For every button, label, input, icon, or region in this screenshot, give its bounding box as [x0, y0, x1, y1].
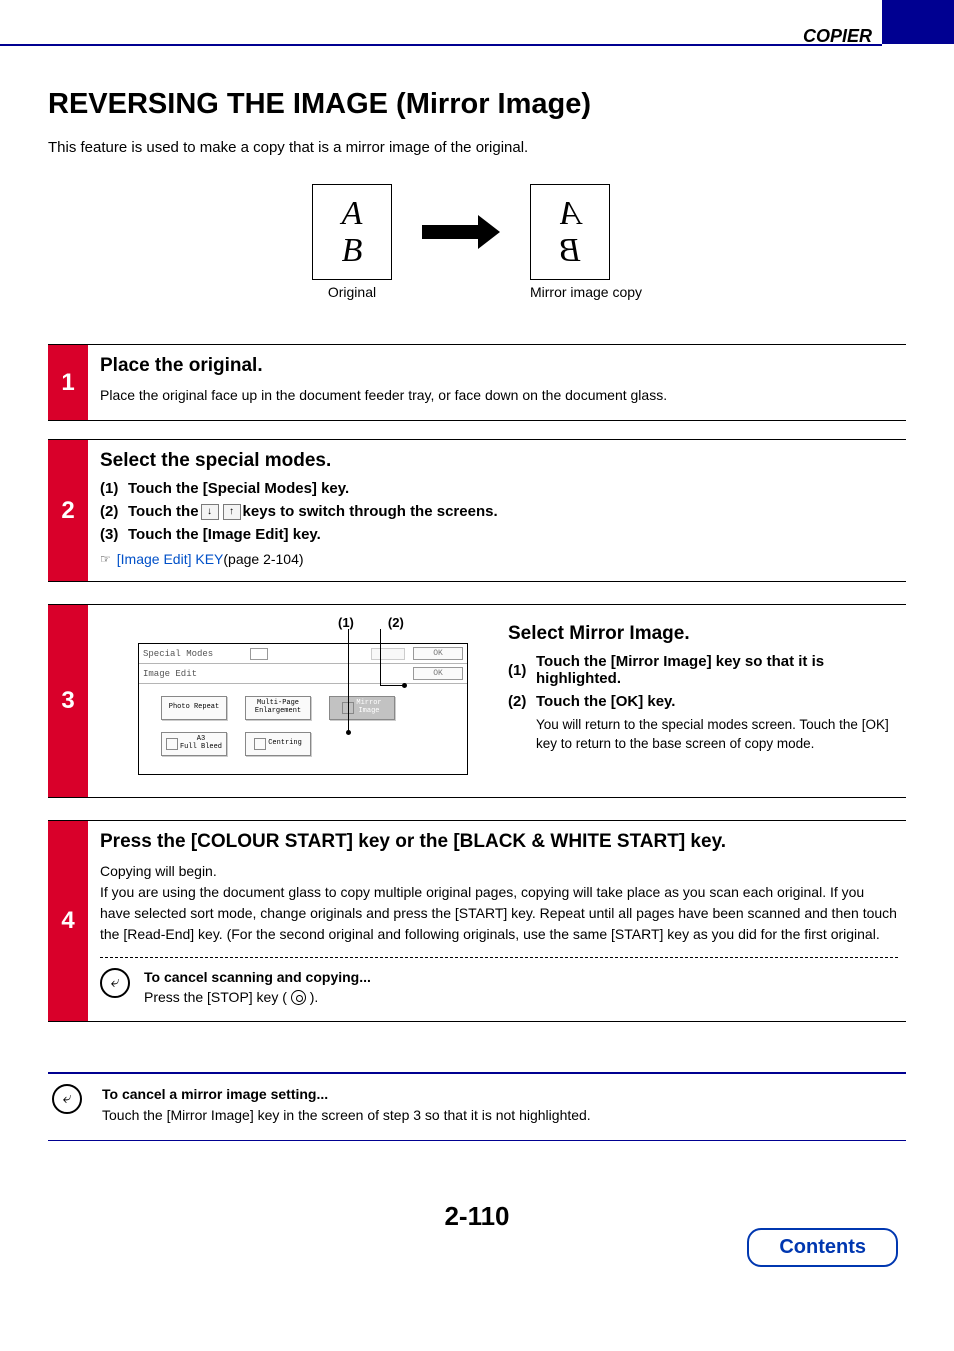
photo-repeat-button[interactable]: Photo Repeat	[161, 696, 227, 720]
cancel-scan-info: ⤶ To cancel scanning and copying... Pres…	[100, 968, 898, 1007]
mirror-illustration: A B Original A B Mirror image copy	[48, 184, 906, 300]
touch-panel-illustration: (1) (2) Special Modes OK	[138, 623, 468, 775]
step-1-number: 1	[48, 345, 88, 420]
reference-line: ☞ [Image Edit] KEY (page 2-104)	[100, 551, 898, 567]
step-2-number: 2	[48, 440, 88, 581]
callout-1: (1)	[338, 615, 354, 630]
cancel-scan-title: To cancel scanning and copying...	[144, 969, 371, 985]
intro-text: This feature is used to make a copy that…	[48, 139, 906, 156]
step2-item-3: (3) Touch the [Image Edit] key.	[100, 526, 898, 543]
step-3: 3 (1) (2) Special Modes	[48, 605, 906, 797]
step2-item-2: (2) Touch the ↓ ↑ keys to switch through…	[100, 503, 898, 520]
header-underline	[0, 44, 882, 46]
cancel-info-icon: ⤶	[52, 1084, 82, 1114]
step-1-text: Place the original face up in the docume…	[100, 385, 898, 406]
centring-icon	[254, 738, 266, 750]
step-4-number: 4	[48, 821, 88, 1021]
callout-2: (2)	[388, 615, 404, 630]
letter-a-mirror: A	[560, 195, 581, 232]
letter-b: B	[342, 232, 363, 269]
centring-button[interactable]: Centring	[245, 732, 311, 756]
cancel-setting-box: ⤶ To cancel a mirror image setting... To…	[48, 1072, 906, 1141]
a3-fullbleed-button[interactable]: A3 Full Bleed	[161, 732, 227, 756]
cancel-scan-text2: ).	[310, 989, 319, 1005]
step-2: 2 Select the special modes. (1) Touch th…	[48, 440, 906, 581]
step3-item-2: (2) Touch the [OK] key.	[508, 693, 898, 710]
cancel-box-title: To cancel a mirror image setting...	[102, 1086, 328, 1102]
step-1: 1 Place the original. Place the original…	[48, 345, 906, 420]
mirror-image-button[interactable]: Mirror Image	[329, 696, 395, 720]
stop-info-icon: ⤶	[100, 968, 130, 998]
step-4: 4 Press the [COLOUR START] key or the [B…	[48, 821, 906, 1021]
header-color-block	[882, 0, 954, 44]
panel-special-modes: Special Modes	[143, 649, 246, 659]
letter-b-mirror: B	[560, 232, 581, 269]
cancel-box-text: Touch the [Mirror Image] key in the scre…	[102, 1107, 591, 1123]
page-header: COPIER	[0, 0, 954, 52]
arrow-icon	[422, 184, 500, 280]
book-icon	[250, 648, 268, 660]
arrow-down-icon: ↓	[201, 504, 219, 520]
step-3-heading: Select Mirror Image.	[508, 623, 898, 645]
panel-image-edit: Image Edit	[143, 669, 409, 679]
ok-button-outer[interactable]: OK	[413, 647, 463, 660]
original-label: Original	[312, 284, 392, 300]
cancel-scan-text: Press the [STOP] key (	[144, 989, 287, 1005]
step-3-number: 3	[48, 605, 88, 797]
multipage-button[interactable]: Multi-Page Enlargement	[245, 696, 311, 720]
step4-p1: Copying will begin.	[100, 861, 898, 882]
page-title: REVERSING THE IMAGE (Mirror Image)	[48, 88, 906, 121]
arrow-up-icon: ↑	[223, 504, 241, 520]
bleed-icon	[166, 738, 178, 750]
stop-key-icon	[291, 990, 306, 1005]
step2-item-1: (1) Touch the [Special Modes] key.	[100, 480, 898, 497]
step3-item-1: (1) Touch the [Mirror Image] key so that…	[508, 653, 898, 687]
contents-button[interactable]: Contents	[747, 1228, 898, 1267]
original-doc: A B Original	[312, 184, 392, 300]
step-2-heading: Select the special modes.	[100, 450, 898, 472]
step-4-heading: Press the [COLOUR START] key or the [BLA…	[100, 831, 898, 853]
reference-icon: ☞	[100, 552, 111, 566]
mirror-doc: A B Mirror image copy	[530, 184, 642, 300]
step3-item-2-desc: You will return to the special modes scr…	[536, 716, 898, 754]
letter-a: A	[342, 195, 363, 232]
step4-p2: If you are using the document glass to c…	[100, 882, 898, 945]
mirror-label: Mirror image copy	[530, 284, 642, 300]
image-edit-link[interactable]: [Image Edit] KEY	[117, 551, 224, 567]
ok-button-inner[interactable]: OK	[413, 667, 463, 680]
panel-spacer	[371, 648, 405, 660]
step-1-heading: Place the original.	[100, 355, 898, 377]
